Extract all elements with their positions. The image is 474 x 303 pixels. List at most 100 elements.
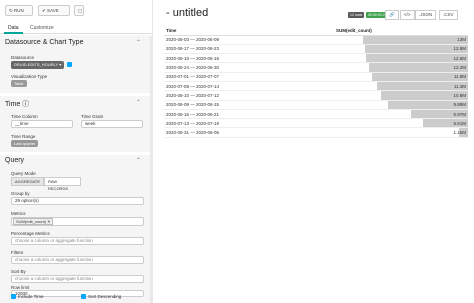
time-cell: 2020-06-03 — 2020-06-09 (164, 35, 334, 45)
sort-by-label: Sort By (11, 269, 26, 274)
metric-value: 6.97M (453, 111, 466, 117)
chevron-up-icon[interactable]: ⌃ (136, 157, 141, 164)
metrics-label: Metrics (11, 211, 26, 216)
scrollbar[interactable] (150, 36, 153, 303)
metric-cell: 9.88M (334, 100, 468, 110)
results-table: Time SUM(edit_count) 2020-06-03 — 2020-0… (164, 26, 468, 138)
metric-cell: 6.97M (334, 109, 468, 120)
include-time-checkbox[interactable] (11, 294, 16, 299)
metric-cell: 13M (334, 35, 468, 45)
metric-tag[interactable]: SUM(edit_count) ✕ (13, 218, 54, 225)
pct-metrics-select[interactable]: choose a column or aggregate function (11, 237, 144, 245)
time-cell: 2020-06-31 — 2020-06-06 (164, 127, 334, 138)
tab-data[interactable]: Data (4, 22, 23, 34)
metric-value: 5.61M (453, 120, 466, 126)
time-cell: 2020-06-10 — 2020-07-12 (164, 90, 334, 101)
group-by-select[interactable]: 29 option(s) (11, 197, 144, 205)
table-row: 2020-07-08 — 2020-07-14 11.3M (164, 81, 468, 92)
time-cell: 2020-06-17 — 2020-06-23 (164, 44, 334, 55)
chevron-up-icon[interactable]: ⌃ (136, 99, 141, 106)
column-header-metric[interactable]: SUM(edit_count) (334, 26, 468, 36)
table-row: 2020-06-10 — 2020-07-12 10.8M (164, 90, 468, 101)
top-actions: ↻ RUN ✔ SAVE ▢ (0, 0, 153, 17)
csv-button[interactable]: .CSV (439, 10, 458, 20)
table-row: 2020-06-17 — 2020-06-23 12.8M (164, 44, 468, 55)
table-row: 2020-06-10 — 2020-06-16 12.6M (164, 53, 468, 64)
metric-value: 12.2M (453, 65, 466, 71)
table-row: 2020-06-09 — 2020-06-15 9.88M (164, 100, 468, 110)
time-cell: 2020-07-08 — 2020-07-14 (164, 81, 334, 92)
run-button[interactable]: ↻ RUN (5, 5, 33, 16)
time-grain-select[interactable]: week (81, 120, 143, 128)
metric-cell: 12.8M (334, 44, 468, 55)
viz-type-label: Visualization Type (11, 74, 48, 79)
time-grain-label: Time Grain (81, 114, 104, 119)
time-column-select[interactable]: __time (11, 120, 73, 128)
table-row: 2020-06-16 — 2020-06-21 6.97M (164, 109, 468, 120)
tab-customize[interactable]: Customize (26, 22, 58, 34)
value-bar (363, 35, 468, 44)
table-row: 2020-06-31 — 2020-06-06 1.15M (164, 127, 468, 138)
time-range-select[interactable]: Last quarter (11, 140, 39, 147)
save-button[interactable]: ✔ SAVE (38, 5, 70, 16)
more-button[interactable]: ▢ (74, 5, 84, 16)
time-cell: 2020-07-13 — 2020-07-19 (164, 118, 334, 129)
time-column-label: Time Column (11, 114, 38, 119)
table-row: 2020-06-24 — 2020-06-30 12.2M (164, 62, 468, 73)
metrics-select[interactable]: SUM(edit_count) ✕ (11, 217, 144, 226)
metric-value: 12.8M (453, 46, 466, 52)
sort-desc-label: Sort Descending (88, 294, 122, 299)
datasource-select[interactable]: DRUID.EDITS_HOURLY ▾ (11, 61, 65, 69)
table-row: 2020-07-13 — 2020-07-19 5.61M (164, 118, 468, 129)
time-cell: 2020-06-24 — 2020-06-30 (164, 62, 334, 73)
time-cell: 2020-06-10 — 2020-06-16 (164, 53, 334, 64)
json-button[interactable]: .JSON (415, 10, 437, 20)
metric-value: 10.8M (453, 92, 466, 98)
embed-code-button[interactable]: </> (400, 10, 415, 20)
results-panel: - untitled 12 rows 00:00:00.21 🔗 </> .JS… (158, 0, 474, 303)
metric-value: 11.8M (453, 74, 466, 80)
datasource-section-title: Datasource & Chart Type (5, 39, 84, 46)
table-row: 2020-07-01 — 2020-07-07 11.8M (164, 72, 468, 83)
metric-value: 9.88M (453, 102, 466, 108)
metric-cell: 11.3M (334, 81, 468, 92)
metric-value: 13M (457, 37, 466, 43)
mode-raw-records[interactable]: RAW RECORDS (44, 177, 81, 191)
datasource-section: Datasource & Chart Type ⌃ Datasource DRU… (0, 35, 150, 93)
sort-desc-checkbox[interactable] (81, 294, 86, 299)
chart-title[interactable]: - untitled (166, 7, 208, 19)
time-cell: 2020-06-16 — 2020-06-21 (164, 109, 334, 120)
metric-value: 1.15M (453, 130, 466, 136)
metric-value: 11.3M (453, 83, 466, 89)
table-row: 2020-06-03 — 2020-06-09 13M (164, 35, 468, 45)
row-count-badge: 12 rows (348, 12, 365, 18)
time-range-label: Time Range (11, 134, 36, 139)
query-section: Query ⌃ Query Mode AGGREGATE RAW RECORDS… (0, 155, 150, 303)
pct-metrics-label: Percentage Metrics (11, 231, 50, 236)
column-header-time[interactable]: Time (164, 26, 334, 36)
filters-select[interactable]: choose a column or aggregate function (11, 256, 144, 264)
group-by-label: Group by (11, 191, 30, 196)
metric-cell: 11.8M (334, 72, 468, 83)
time-section-title: Time ⓘ (5, 101, 30, 108)
datasource-edit-icon[interactable] (67, 62, 72, 67)
metric-value: 12.6M (453, 55, 466, 61)
link-icon[interactable]: 🔗 (385, 10, 399, 20)
tabs: Data Customize (0, 22, 153, 34)
query-section-title: Query (5, 157, 25, 164)
metric-cell: 12.2M (334, 62, 468, 73)
metric-cell: 1.15M (334, 127, 468, 138)
include-time-label: Include Time (18, 294, 44, 299)
mode-aggregate[interactable]: AGGREGATE (11, 177, 44, 186)
metric-cell: 5.61M (334, 118, 468, 129)
time-cell: 2020-06-09 — 2020-06-15 (164, 100, 334, 110)
control-panel: ↻ RUN ✔ SAVE ▢ Data Customize Datasource… (0, 0, 153, 303)
chevron-up-icon[interactable]: ⌃ (136, 39, 141, 46)
sort-by-select[interactable]: choose a column or aggregate function (11, 275, 144, 283)
filters-label: Filters (11, 250, 24, 255)
time-cell: 2020-07-01 — 2020-07-07 (164, 72, 334, 83)
datasource-label: Datasource (11, 55, 35, 60)
time-section: Time ⓘ ⌃ Time Column __time Time Grain w… (0, 96, 150, 152)
viz-type-select[interactable]: Table (11, 80, 27, 87)
metric-cell: 12.6M (334, 53, 468, 64)
